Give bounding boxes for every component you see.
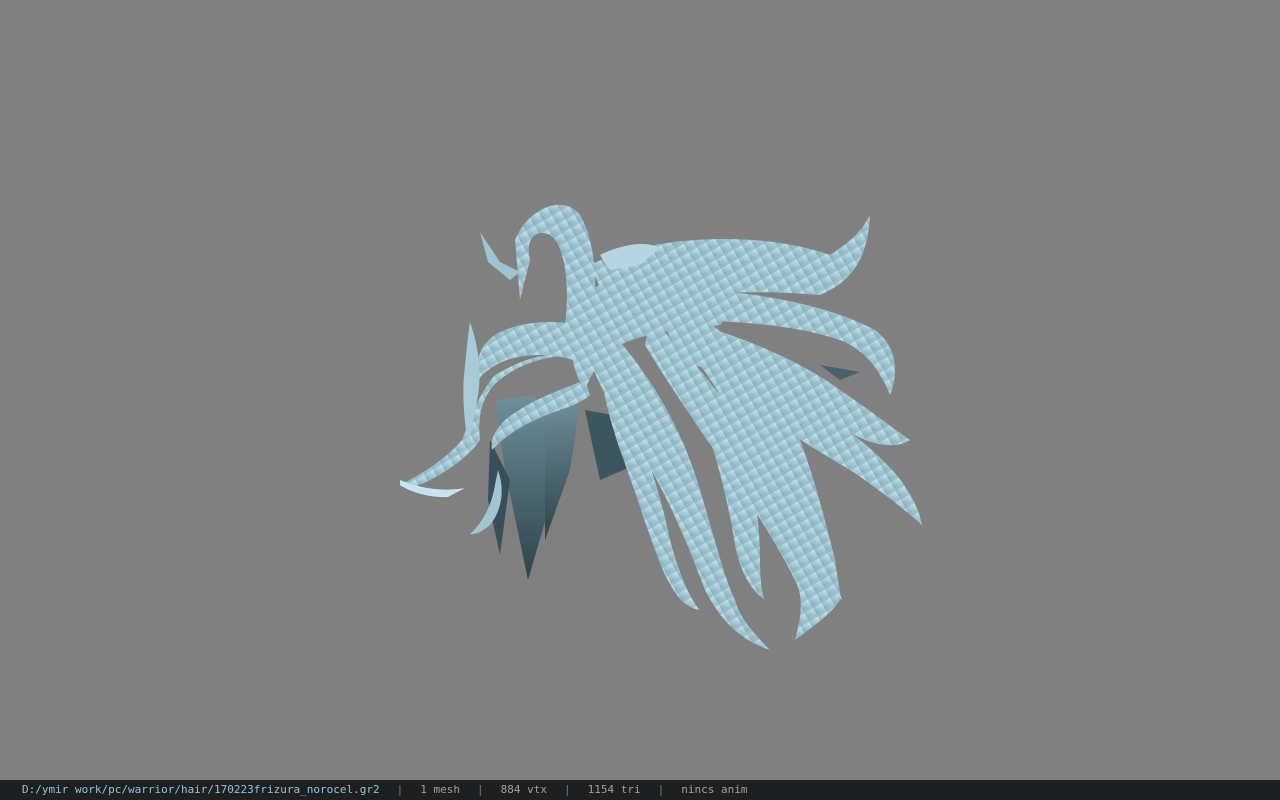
status-separator: | [396, 783, 404, 796]
triangle-count: 1154 tri [587, 783, 641, 796]
mesh-count: 1 mesh [420, 783, 460, 796]
status-separator: | [563, 783, 571, 796]
animation-status: nincs anim [681, 783, 748, 796]
status-bar: D:/ymir work/pc/warrior/hair/170223frizu… [0, 780, 1280, 800]
hair-front-strands [590, 310, 842, 650]
3d-viewport[interactable] [0, 0, 1280, 780]
vertex-count: 884 vtx [500, 783, 547, 796]
file-path: D:/ymir work/pc/warrior/hair/170223frizu… [22, 783, 380, 796]
status-separator: | [657, 783, 665, 796]
hair-model-render [400, 204, 922, 650]
status-separator: | [477, 783, 484, 796]
